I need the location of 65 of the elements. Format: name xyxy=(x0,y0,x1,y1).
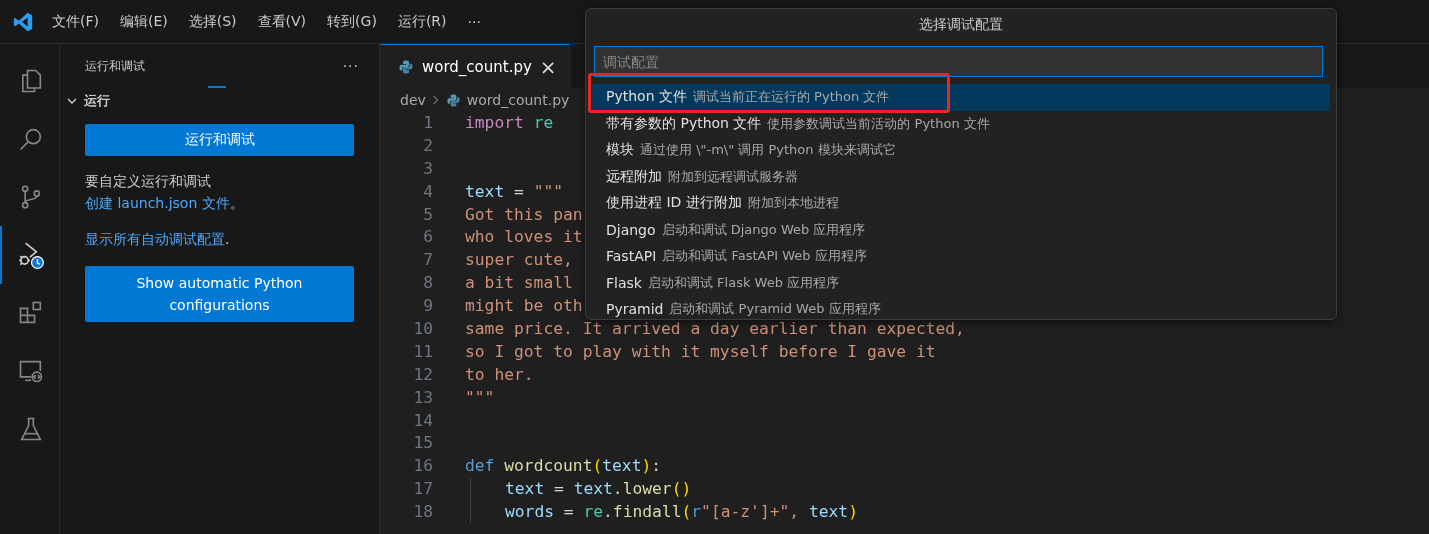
line-number: 5 xyxy=(422,203,433,226)
config-option[interactable]: Django 启动和调试 Django Web 应用程序 xyxy=(592,216,1330,243)
code-line: Got this pan xyxy=(465,203,583,226)
launch-hint-text: 要自定义运行和调试 创建 launch.json 文件。 xyxy=(85,172,245,213)
code-line: text = text.lower() xyxy=(505,478,692,501)
line-number: 14 xyxy=(412,409,433,432)
vscode-logo-icon xyxy=(12,10,34,33)
line-number: 1 xyxy=(422,112,433,134)
code-line: text = """ xyxy=(465,180,564,203)
config-option[interactable]: 使用进程 ID 进行附加 附加到本地进程 xyxy=(592,190,1330,217)
code-line: who loves it xyxy=(465,226,583,249)
code-line: super cute, xyxy=(465,249,573,272)
line-number: 10 xyxy=(412,318,433,340)
line-number: 12 xyxy=(412,363,433,386)
menu-item[interactable]: 转到(G) xyxy=(327,12,377,31)
python-config-button[interactable]: Show automatic Python configurations xyxy=(85,266,354,322)
editor-tab[interactable]: word_count.py × xyxy=(380,44,570,88)
menu-item[interactable]: 查看(V) xyxy=(257,12,307,31)
line-number: 9 xyxy=(422,295,433,318)
code-line: might be oth xyxy=(465,295,583,318)
menu-item[interactable]: 文件(F) xyxy=(52,12,99,31)
line-number: 18 xyxy=(412,501,433,524)
code-line: to her. xyxy=(465,363,534,386)
quick-pick-title: 选择调试配置 xyxy=(918,15,1004,34)
line-number: 11 xyxy=(412,340,433,363)
config-option[interactable]: 带有参数的 Python 文件 使用参数调试当前活动的 Python 文件 xyxy=(592,110,1330,137)
python-file-icon xyxy=(398,58,414,75)
menu-item[interactable]: 运行(R) xyxy=(397,12,447,31)
line-number: 3 xyxy=(422,157,433,180)
config-option[interactable]: Flask 启动和调试 Flask Web 应用程序 xyxy=(592,269,1330,296)
auto-config-text: 显示所有自动调试配置. xyxy=(85,230,231,249)
config-option[interactable]: FastAPI 启动和调试 FastAPI Web 应用程序 xyxy=(592,243,1330,270)
chevron-right-icon xyxy=(431,94,440,106)
create-launch-link[interactable]: 创建 launch.json 文件 xyxy=(85,195,230,211)
config-option[interactable]: Python 文件 调试当前正在运行的 Python 文件 xyxy=(592,84,1330,111)
line-number: 8 xyxy=(422,272,433,295)
auto-config-link[interactable]: 显示所有自动调试配置 xyxy=(85,231,225,247)
code-line: import re xyxy=(465,112,554,134)
menu-item[interactable]: ··· xyxy=(467,13,481,30)
code-line: def wordcount(text): xyxy=(465,455,662,478)
code-line: a bit small xyxy=(465,272,573,295)
menu-item[interactable]: 编辑(E) xyxy=(120,12,168,31)
menu-item[interactable]: 选择(S) xyxy=(188,12,237,31)
close-tab-button[interactable]: × xyxy=(539,54,557,79)
config-option[interactable]: 模块 通过使用 \"-m\" 调用 Python 模块来调试它 xyxy=(592,137,1330,164)
run-debug-button[interactable]: 运行和调试 xyxy=(85,124,354,156)
breadcrumb-item[interactable]: dev xyxy=(400,92,426,108)
line-number: 13 xyxy=(412,386,433,409)
config-option[interactable]: 远程附加 附加到远程调试服务器 xyxy=(592,163,1330,190)
more-actions-button[interactable]: ··· xyxy=(342,58,359,74)
line-number: 16 xyxy=(412,455,433,478)
search-field[interactable]: 调试配置 xyxy=(594,46,1323,77)
code-line: """ xyxy=(465,386,495,409)
sidebar-title: 运行和调试 xyxy=(85,57,145,75)
section-header[interactable]: 运行 xyxy=(60,88,379,114)
line-number: 2 xyxy=(422,134,433,157)
line-number: 7 xyxy=(422,249,433,272)
python-file-icon xyxy=(445,92,461,108)
code-line: so I got to play with it myself before I gave it xyxy=(465,340,936,363)
breadcrumb-item[interactable]: word_count.py xyxy=(466,92,570,108)
line-number: 6 xyxy=(422,226,433,249)
line-number: 4 xyxy=(422,180,433,203)
line-number: 15 xyxy=(412,432,433,455)
line-number: 17 xyxy=(412,478,433,501)
code-line: words = re.findall(r"[a-z']+", text) xyxy=(505,501,858,524)
